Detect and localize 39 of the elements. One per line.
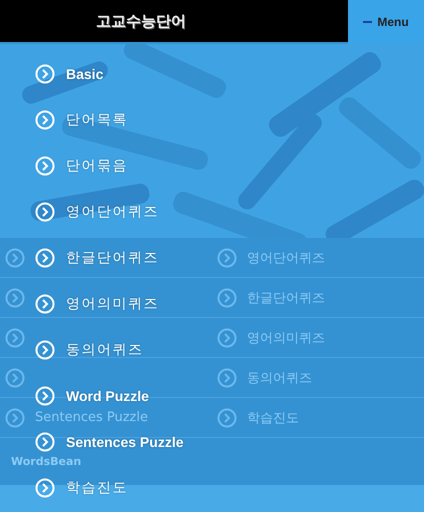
arrow-circle-icon [217,288,237,308]
arrow-circle-icon [35,110,55,130]
arrow-circle-icon [35,386,55,406]
menu-link[interactable]: Sentences Puzzle [35,410,148,425]
menu-item[interactable]: 단어묶음 [66,157,128,175]
menu-link[interactable]: 한글단어퀴즈 [247,288,325,306]
menu-link[interactable]: 영어단어퀴즈 [247,248,325,266]
arrow-circle-icon [5,288,25,308]
menu-link[interactable]: 학습진도 [247,408,299,426]
menu-item[interactable]: 영어의미퀴즈 [66,295,159,313]
arrow-circle-icon [35,432,55,452]
menu-item[interactable]: 한글단어퀴즈 [66,249,159,267]
arrow-circle-icon [35,202,55,222]
arrow-circle-icon [35,340,55,360]
arrow-circle-icon [35,156,55,176]
menu-item[interactable]: Basic [66,66,104,82]
arrow-circle-icon [35,248,55,268]
arrow-circle-icon [35,294,55,314]
arrow-circle-icon [5,328,25,348]
arrow-circle-icon [217,248,237,268]
arrow-circle-icon [217,328,237,348]
menu-link[interactable]: 동의어퀴즈 [247,368,312,386]
footer-brand: WordsBean [11,455,82,468]
arrow-circle-icon [5,368,25,388]
arrow-circle-icon [35,478,55,498]
menu-link[interactable]: 영어의미퀴즈 [247,328,325,346]
arrow-circle-icon [217,368,237,388]
menu-item[interactable]: Sentences Puzzle [66,434,184,450]
app-title: 고교수능단어 [96,12,186,30]
arrow-circle-icon [5,248,25,268]
arrow-circle-icon [217,408,237,428]
arrow-circle-icon [5,408,25,428]
arrow-circle-icon [35,64,55,84]
menu-button[interactable]: Menu [348,0,424,44]
menu-item[interactable]: Word Puzzle [66,388,149,404]
menu-item[interactable]: 단어목록 [66,111,128,129]
menu-item[interactable]: 동의어퀴즈 [66,341,144,359]
menu-item[interactable]: 영어단어퀴즈 [66,203,159,221]
menu-item[interactable]: 학습진도 [66,479,128,497]
